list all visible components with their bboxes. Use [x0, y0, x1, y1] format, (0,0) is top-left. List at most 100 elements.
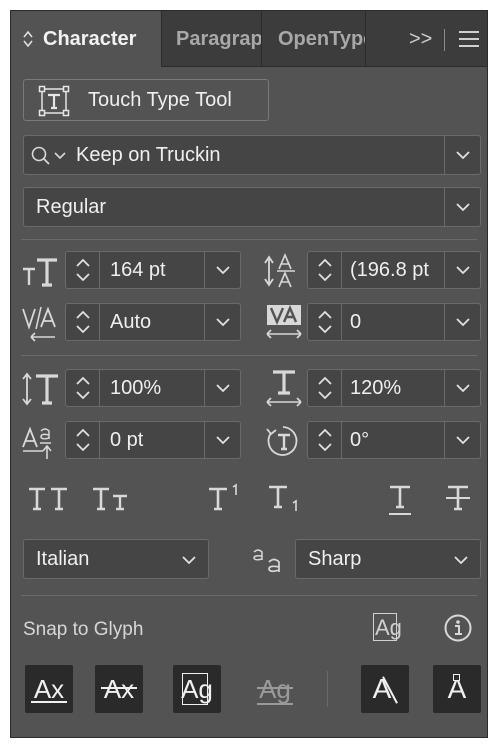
leading-chevron[interactable]: [444, 252, 480, 288]
character-rotation-chevron[interactable]: [444, 422, 480, 458]
horizontal-scale-stepper[interactable]: [308, 370, 342, 406]
stepper-arrows-icon: [317, 428, 332, 452]
font-size-value[interactable]: 164 pt: [110, 252, 200, 288]
anchor-point: [453, 674, 460, 681]
horizontal-scale-chevron[interactable]: [444, 370, 480, 406]
chevron-down-icon: [215, 436, 230, 445]
vertical-scale-stepper[interactable]: [66, 370, 100, 406]
proximity-line: [257, 687, 293, 689]
chevron-down-icon: [455, 266, 470, 275]
chevron-down-icon: [215, 266, 230, 275]
character-rotation-value[interactable]: 0°: [350, 422, 446, 458]
kerning-value[interactable]: Auto: [110, 304, 200, 340]
tab-menu-divider: [444, 29, 445, 51]
font-size-chevron[interactable]: [204, 252, 240, 288]
stepper-arrows-icon: [317, 258, 332, 282]
snap-to-glyph-label: Snap to Glyph: [23, 619, 144, 640]
tracking-icon: [266, 304, 302, 339]
font-style-dropdown[interactable]: Regular: [23, 187, 481, 227]
leading-icon: [264, 252, 295, 288]
character-rotation-icon: [266, 426, 298, 456]
stepper-arrows-icon: [75, 428, 90, 452]
vertical-scale-chevron[interactable]: [204, 370, 240, 406]
language-value: Italian: [36, 547, 90, 570]
character-rotation-field[interactable]: 0°: [307, 421, 481, 459]
snap-baseline-button[interactable]: Ax: [25, 665, 73, 713]
touch-type-tool-button[interactable]: Touch Type Tool: [23, 79, 269, 121]
leading-field[interactable]: (196.8 pt: [307, 251, 481, 289]
snap-angular-guides-button[interactable]: A: [361, 665, 409, 713]
small-caps-icon[interactable]: [91, 485, 131, 513]
vertical-scale-icon: [22, 372, 58, 406]
snap-baseline-text: Ax: [33, 673, 65, 704]
font-family-chevron[interactable]: [444, 136, 480, 174]
horizontal-scale-field[interactable]: 120%: [307, 369, 481, 407]
font-family-value: Keep on Truckin: [76, 143, 221, 166]
font-style-chevron[interactable]: [444, 188, 480, 226]
panel-menu-icon[interactable]: [458, 28, 480, 50]
tracking-field[interactable]: 0: [307, 303, 481, 341]
baseline-line: [31, 701, 67, 703]
chevron-down-icon: [455, 203, 470, 212]
collapse-arrows-icon[interactable]: [21, 27, 35, 51]
touch-type-icon: [38, 85, 70, 117]
x-height-line: [101, 687, 137, 689]
kerning-chevron[interactable]: [204, 304, 240, 340]
snap-anchor-point-button[interactable]: A: [433, 665, 481, 713]
horizontal-scale-icon: [266, 370, 302, 407]
tracking-stepper[interactable]: [308, 304, 342, 340]
font-size-field[interactable]: 164 pt: [65, 251, 241, 289]
kerning-stepper[interactable]: [66, 304, 100, 340]
snap-glyph-bounds-text: Ag: [181, 673, 213, 704]
anti-aliasing-dropdown[interactable]: Sharp: [295, 539, 481, 579]
glyph-bounds-icon[interactable]: Ag: [369, 611, 409, 645]
character-panel: Character Paragraph OpenType >> Touch Ty…: [10, 10, 488, 738]
search-icon: [31, 146, 66, 165]
chevron-down-icon: [455, 436, 470, 445]
stepper-arrows-icon: [317, 376, 332, 400]
chevron-down-icon: [215, 318, 230, 327]
leading-stepper[interactable]: [308, 252, 342, 288]
tab-overflow-label: >>: [409, 27, 433, 50]
horizontal-scale-value[interactable]: 120%: [350, 370, 446, 406]
snap-x-height-button[interactable]: Ax: [95, 665, 143, 713]
vertical-scale-field[interactable]: 100%: [65, 369, 241, 407]
font-family-dropdown[interactable]: Keep on Truckin: [23, 135, 481, 175]
strikethrough-icon[interactable]: [445, 483, 471, 513]
all-caps-icon[interactable]: [27, 485, 71, 513]
font-size-stepper[interactable]: [66, 252, 100, 288]
snap-proximity-guides-button[interactable]: Ag: [251, 665, 299, 713]
font-style-value: Regular: [36, 195, 107, 218]
chevron-down-icon: [455, 384, 470, 393]
snap-divider: [327, 671, 328, 707]
snap-x-height-text: Ax: [103, 673, 135, 704]
tab-overflow-button[interactable]: >>: [409, 11, 432, 67]
baseline-shift-chevron[interactable]: [204, 422, 240, 458]
language-dropdown[interactable]: Italian: [23, 539, 209, 579]
touch-type-tool-label: Touch Type Tool: [88, 88, 232, 111]
stepper-arrows-icon: [317, 310, 332, 334]
baseline-shift-stepper[interactable]: [66, 422, 100, 458]
chevron-down-icon: [455, 318, 470, 327]
leading-value[interactable]: (196.8 pt: [350, 252, 446, 288]
tab-separator: [365, 11, 366, 67]
snap-glyph-bounds-button[interactable]: Ag: [173, 665, 221, 713]
tab-paragraph[interactable]: Paragraph: [162, 11, 261, 67]
tab-character-label: Character: [43, 28, 137, 50]
snap-proximity-text: Ag: [259, 673, 291, 704]
kerning-field[interactable]: Auto: [65, 303, 241, 341]
vertical-scale-value[interactable]: 100%: [110, 370, 200, 406]
tab-opentype-label: OpenType: [278, 27, 365, 50]
tracking-value[interactable]: 0: [350, 304, 446, 340]
character-rotation-stepper[interactable]: [308, 422, 342, 458]
underline-icon[interactable]: [387, 483, 413, 517]
anti-aliasing-icon: [253, 549, 280, 573]
baseline-shift-field[interactable]: 0 pt: [65, 421, 241, 459]
tracking-chevron[interactable]: [444, 304, 480, 340]
tab-character[interactable]: Character: [11, 11, 161, 68]
baseline-shift-value[interactable]: 0 pt: [110, 422, 200, 458]
tab-opentype[interactable]: OpenType: [262, 11, 365, 67]
superscript-icon[interactable]: [207, 483, 243, 513]
info-icon[interactable]: [443, 613, 473, 643]
subscript-icon[interactable]: [267, 483, 303, 515]
